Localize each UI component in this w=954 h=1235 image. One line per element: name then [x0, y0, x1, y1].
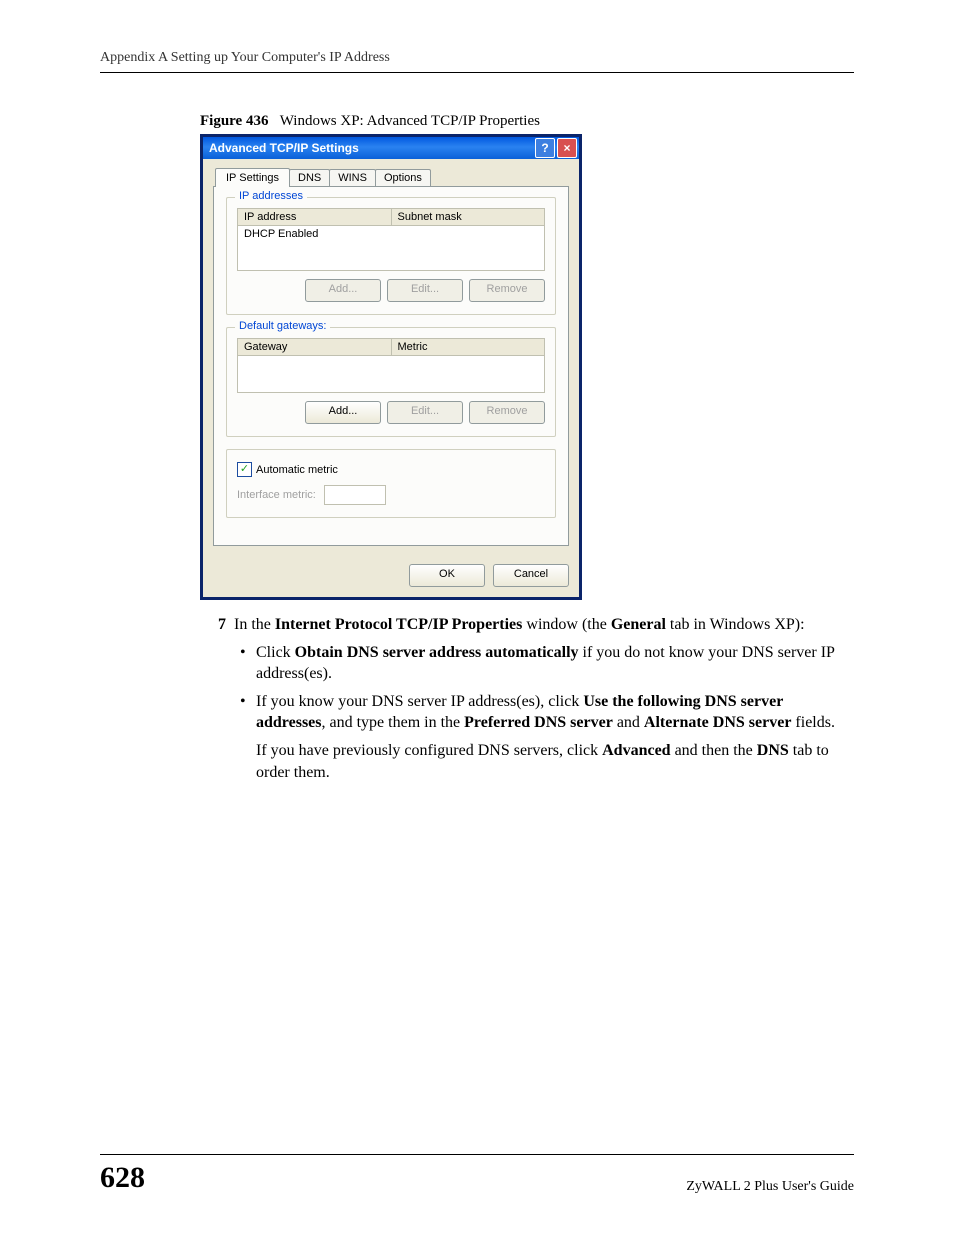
col-subnet-mask: Subnet mask [392, 209, 545, 225]
page-footer: 628 ZyWALL 2 Plus User's Guide [100, 1154, 854, 1195]
step-mid: window (the [522, 616, 610, 633]
b2-mid2: and [613, 714, 644, 731]
ip-list-body[interactable]: DHCP Enabled [237, 226, 545, 271]
tab-options[interactable]: Options [375, 169, 431, 186]
step-text: In the Internet Protocol TCP/IP Properti… [234, 614, 844, 636]
ip-addresses-group: IP addresses IP address Subnet mask DHCP… [226, 197, 556, 315]
dialog-title: Advanced TCP/IP Settings [209, 141, 359, 155]
step-number: 7 [200, 614, 234, 636]
bullet-2: • If you know your DNS server IP address… [240, 691, 844, 783]
b2-pre: If you know your DNS server IP address(e… [256, 693, 583, 710]
interface-metric-input [324, 485, 386, 505]
step-post: tab in Windows XP): [666, 616, 805, 633]
ip-add-button: Add... [305, 279, 381, 302]
tab-wins[interactable]: WINS [329, 169, 376, 186]
cancel-button[interactable]: Cancel [493, 564, 569, 587]
figure-caption-text: Windows XP: Advanced TCP/IP Properties [280, 113, 540, 129]
gw-list-body[interactable] [237, 356, 545, 393]
b2-bold2: Preferred DNS server [464, 714, 613, 731]
tab-ip-settings[interactable]: IP Settings [215, 168, 290, 187]
col-ip-address: IP address [238, 209, 392, 225]
help-icon[interactable]: ? [535, 138, 555, 158]
gw-remove-button: Remove [469, 401, 545, 424]
figure-caption: Figure 436 Windows XP: Advanced TCP/IP P… [200, 113, 854, 130]
b2b-mid: and then the [671, 742, 757, 759]
ok-button[interactable]: OK [409, 564, 485, 587]
b2-bold3: Alternate DNS server [644, 714, 792, 731]
automatic-metric-label: Automatic metric [256, 464, 338, 476]
b2-mid1: , and type them in the [322, 714, 465, 731]
appendix-header: Appendix A Setting up Your Computer's IP… [100, 50, 854, 73]
page-number: 628 [100, 1161, 145, 1195]
step-pre: In the [234, 616, 275, 633]
tab-panel: IP addresses IP address Subnet mask DHCP… [213, 186, 569, 546]
gw-list-header: Gateway Metric [237, 338, 545, 356]
b2b-bold1: Advanced [602, 742, 670, 759]
ip-list-header: IP address Subnet mask [237, 208, 545, 226]
step-bold1: Internet Protocol TCP/IP Properties [275, 616, 523, 633]
ip-addresses-legend: IP addresses [235, 190, 307, 202]
figure-label: Figure 436 [200, 113, 268, 129]
bullet-dot-icon: • [240, 642, 256, 685]
b1-pre: Click [256, 644, 295, 661]
default-gateways-group: Default gateways: Gateway Metric Add... … [226, 327, 556, 437]
col-gateway: Gateway [238, 339, 392, 355]
automatic-metric-checkbox[interactable]: ✓ [237, 462, 252, 477]
tabs-row: IP Settings DNS WINS Options [213, 167, 569, 186]
ip-row-dhcp: DHCP Enabled [244, 228, 318, 240]
b1-bold: Obtain DNS server address automatically [295, 644, 579, 661]
ip-edit-button: Edit... [387, 279, 463, 302]
bullet-dot-icon: • [240, 691, 256, 783]
b2b-bold2: DNS [757, 742, 789, 759]
b2-post: fields. [791, 714, 835, 731]
guide-name: ZyWALL 2 Plus User's Guide [686, 1179, 854, 1195]
metric-group: ✓ Automatic metric Interface metric: [226, 449, 556, 518]
close-icon[interactable]: × [557, 138, 577, 158]
instructions: 7 In the Internet Protocol TCP/IP Proper… [200, 614, 844, 783]
interface-metric-label: Interface metric: [237, 489, 316, 501]
step-bold2: General [611, 616, 666, 633]
b2b-pre: If you have previously configured DNS se… [256, 742, 602, 759]
default-gateways-legend: Default gateways: [235, 320, 330, 332]
ip-remove-button: Remove [469, 279, 545, 302]
col-metric: Metric [392, 339, 545, 355]
gw-add-button[interactable]: Add... [305, 401, 381, 424]
advanced-tcpip-dialog: Advanced TCP/IP Settings ? × IP Settings… [200, 134, 582, 600]
dialog-titlebar: Advanced TCP/IP Settings ? × [203, 137, 579, 159]
bullet-1: • Click Obtain DNS server address automa… [240, 642, 844, 685]
tab-dns[interactable]: DNS [289, 169, 330, 186]
gw-edit-button: Edit... [387, 401, 463, 424]
